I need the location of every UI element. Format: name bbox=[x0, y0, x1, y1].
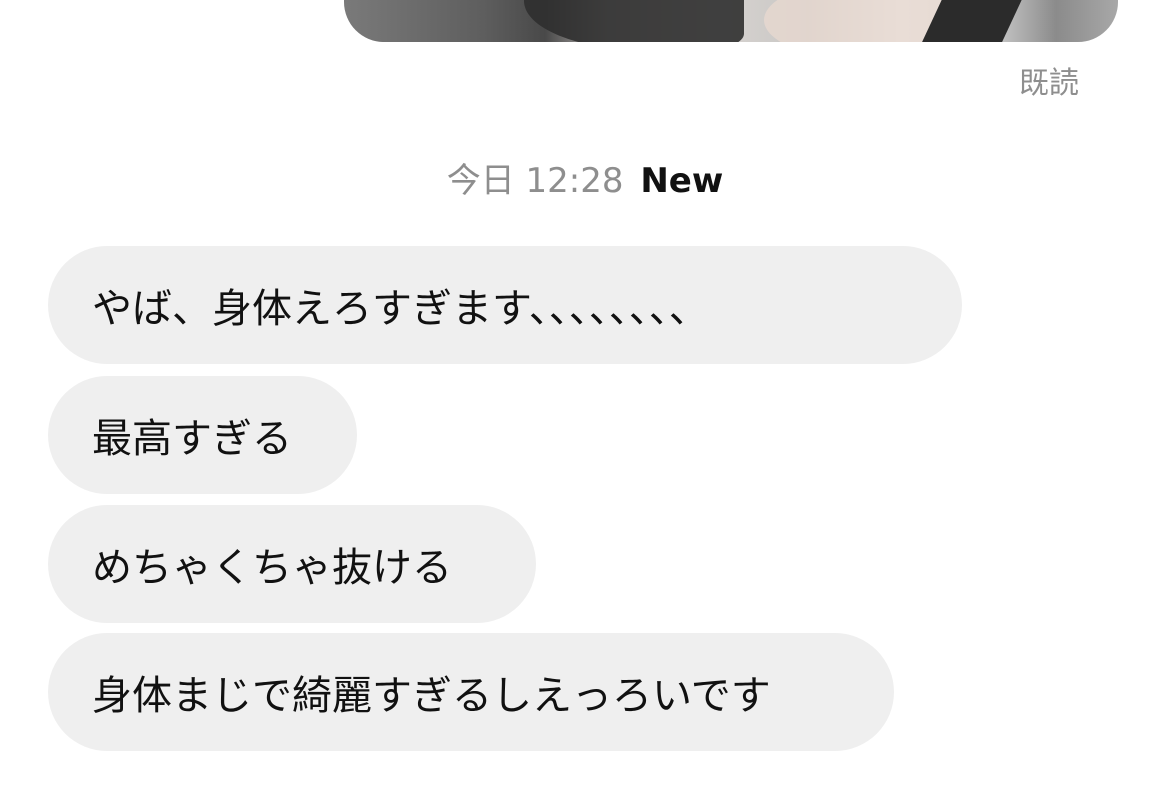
new-indicator: New bbox=[640, 161, 724, 201]
received-message-bubble[interactable]: 最高すぎる bbox=[48, 376, 357, 494]
message-text: やば、身体えろすぎます、、、、、、、、 bbox=[92, 286, 709, 332]
read-receipt: 既読 bbox=[1019, 66, 1079, 101]
message-timestamp: 今日 12:28 New bbox=[0, 153, 1170, 202]
received-message-bubble[interactable]: めちゃくちゃ抜ける bbox=[48, 505, 536, 623]
message-text: めちゃくちゃ抜ける bbox=[92, 545, 452, 591]
image-content-shape bbox=[918, 0, 1050, 42]
received-message-bubble[interactable]: 身体まじで綺麗すぎるしえっろいです bbox=[48, 633, 894, 751]
timestamp-text: 今日 12:28 bbox=[446, 161, 624, 201]
image-content-shape bbox=[524, 0, 744, 42]
message-text: 身体まじで綺麗すぎるしえっろいです bbox=[92, 673, 771, 719]
received-message-bubble[interactable]: やば、身体えろすぎます、、、、、、、、 bbox=[48, 246, 962, 364]
sent-image-message[interactable] bbox=[344, 0, 1118, 42]
message-text: 最高すぎる bbox=[92, 416, 292, 462]
